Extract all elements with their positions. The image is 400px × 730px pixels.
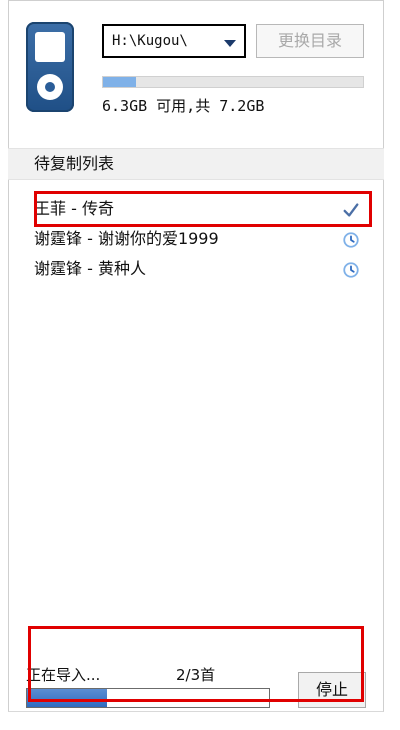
target-path-value: H:\Kugou\ bbox=[112, 33, 188, 49]
copy-list: 王菲 - 传奇 谢霆锋 - 谢谢你的爱1999 谢霆锋 - 黄种人 bbox=[8, 194, 384, 284]
list-item-title: 王菲 - 传奇 bbox=[34, 199, 114, 218]
list-item-title: 谢霆锋 - 黄种人 bbox=[34, 259, 146, 278]
stop-button[interactable]: 停止 bbox=[298, 672, 366, 708]
copy-list-header: 待复制列表 bbox=[8, 148, 384, 180]
storage-usage-fill bbox=[103, 77, 136, 87]
target-path-select[interactable]: H:\Kugou\ bbox=[102, 24, 246, 58]
checkmark-icon bbox=[343, 203, 359, 217]
list-item[interactable]: 谢霆锋 - 黄种人 bbox=[8, 254, 384, 284]
top-divider bbox=[9, 0, 383, 1]
chevron-down-icon[interactable] bbox=[224, 40, 236, 47]
storage-usage-text: 6.3GB 可用,共 7.2GB bbox=[102, 97, 265, 115]
clock-icon bbox=[343, 262, 359, 278]
device-screen bbox=[35, 32, 65, 62]
storage-usage-bar bbox=[102, 76, 364, 88]
import-status-label: 正在导入... bbox=[26, 666, 101, 684]
import-count: 2/3首 bbox=[176, 666, 216, 684]
change-directory-button[interactable]: 更换目录 bbox=[256, 24, 364, 58]
device-click-wheel bbox=[37, 74, 63, 100]
clock-icon bbox=[343, 232, 359, 248]
import-progress-fill bbox=[27, 689, 107, 707]
list-item[interactable]: 王菲 - 传奇 bbox=[8, 194, 384, 224]
import-progress-bar bbox=[26, 688, 270, 708]
list-item-title: 谢霆锋 - 谢谢你的爱1999 bbox=[34, 229, 219, 248]
music-player-icon bbox=[26, 22, 74, 112]
list-item[interactable]: 谢霆锋 - 谢谢你的爱1999 bbox=[8, 224, 384, 254]
